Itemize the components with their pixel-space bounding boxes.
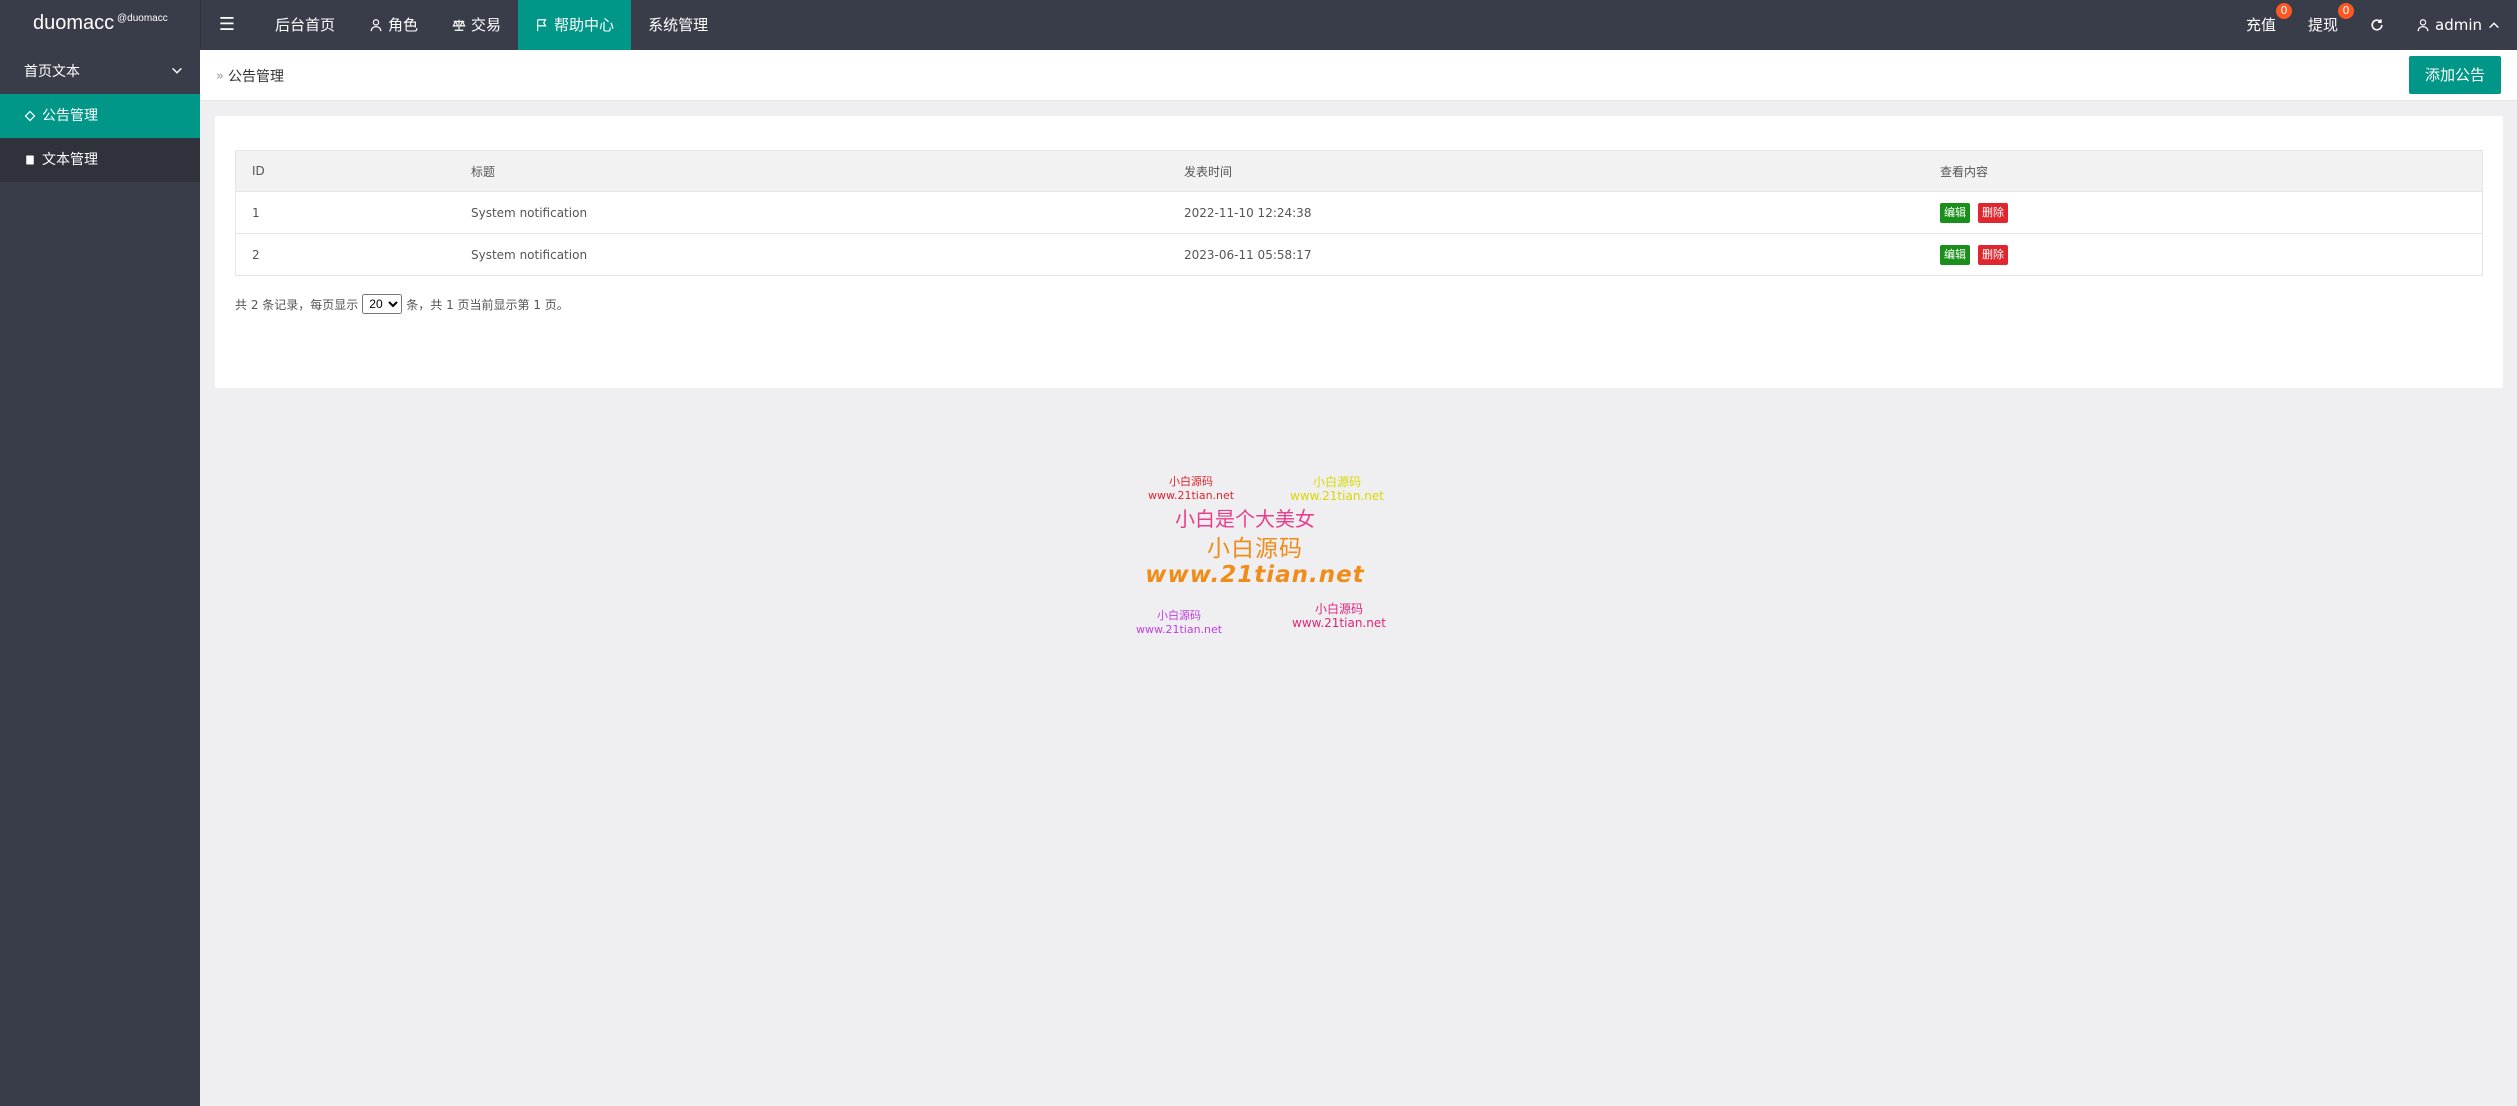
top-navbar: duomacc @duomacc ☰ 后台首页 角色 交易 帮助中心 系统管理 … [0,0,2517,50]
watermark-name: 小白源码 [1169,475,1214,488]
watermark-name: 小白源码 [1314,602,1363,616]
watermark-name: 小白源码 [1312,475,1361,489]
watermark-name: 小白源码 [1157,609,1202,622]
logo-area: duomacc @duomacc [0,0,201,50]
user-menu[interactable]: admin [2400,0,2517,50]
app-logo[interactable]: duomacc [33,12,114,35]
breadcrumb-current: 公告管理 [227,69,284,85]
edit-button[interactable]: 编辑 [1940,244,1970,265]
announcement-table: ID 标题 发表时间 查看内容 1 System notification 20… [235,150,2483,276]
cell-id: 1 [235,191,455,234]
cell-time: 2022-11-10 12:24:38 [1168,191,1924,234]
pager-prefix: 共 2 条记录，每页显示 [235,297,359,312]
column-header-title: 标题 [455,150,1168,192]
column-header-id: ID [235,150,455,192]
refresh-button[interactable] [2354,0,2400,50]
watermark-url: www.21tian.net [1290,489,1384,503]
sidebar-item-announcement[interactable]: 公告管理 [0,94,200,138]
edit-button[interactable]: 编辑 [1940,202,1970,223]
watermark-url: www.21tian.net [1292,616,1386,630]
delete-button[interactable]: 删除 [1978,202,2008,223]
sidebar: 首页文本 公告管理 文本管理 [0,50,200,1106]
nav-item-system[interactable]: 系统管理 [631,0,725,50]
recharge-badge: 0 [2275,3,2292,19]
recharge-label: 充值 [2245,16,2276,34]
table-row: 2 System notification 2023-06-11 05:58:1… [235,233,2483,276]
column-header-view: 查看内容 [1924,150,2483,192]
scale-icon [452,19,466,31]
menu-toggle-icon[interactable]: ☰ [210,0,244,50]
sidebar-group-header[interactable]: 首页文本 [0,50,200,94]
add-announcement-button[interactable]: 添加公告 [2409,56,2501,94]
announcement-card: ID 标题 发表时间 查看内容 1 System notification 20… [215,116,2503,388]
watermark-name: 小白源码 [1207,536,1303,562]
table-row: 1 System notification 2022-11-10 12:24:3… [235,191,2483,234]
nav-item-label: 交易 [471,16,502,34]
chevron-down-icon [172,67,182,74]
watermark-url: www.21tian.net [1136,623,1223,636]
withdraw-label: 提现 [2307,16,2338,34]
flag-icon [537,19,547,32]
nav-item-role[interactable]: 角色 [352,0,435,50]
withdraw-link[interactable]: 提现 0 [2292,0,2354,50]
nav-item-label: 后台首页 [275,16,336,34]
watermark-url: www.21tian.net [1148,489,1235,502]
column-header-time: 发表时间 [1168,150,1924,192]
nav-item-label: 角色 [388,16,419,34]
app-logo-suffix: @duomacc [117,13,168,24]
watermark-small-pink: 小白源码 www.21tian.net [1292,602,1386,630]
watermark-slogan: 小白是个大美女 [1175,507,1315,531]
recharge-link[interactable]: 充值 0 [2230,0,2292,50]
nav-item-help-center[interactable]: 帮助中心 [518,0,632,50]
breadcrumb: » 公告管理 [216,66,284,86]
main-nav: 后台首页 角色 交易 帮助中心 系统管理 [258,0,725,50]
nav-item-dashboard[interactable]: 后台首页 [258,0,352,50]
sidebar-group-label: 首页文本 [24,64,80,80]
delete-button[interactable]: 删除 [1978,244,2008,265]
chevron-up-icon [2489,22,2499,29]
breadcrumb-bar: » 公告管理 添加公告 [200,50,2517,101]
user-name: admin [2435,16,2482,34]
cell-title: System notification [455,233,1168,276]
nav-item-label: 帮助中心 [554,16,615,34]
withdraw-badge: 0 [2338,3,2354,19]
watermark-small-purple: 小白源码 www.21tian.net [1136,609,1222,637]
watermark-small-red: 小白源码 www.21tian.net [1148,475,1234,503]
diamond-arrow-icon [24,110,36,122]
sidebar-item-text[interactable]: 文本管理 [0,138,200,182]
cell-actions: 编辑 删除 [1924,191,2483,234]
watermark-url: www.21tian.net [1145,562,1365,588]
pager-suffix: 条，共 1 页当前显示第 1 页。 [406,297,569,312]
nav-item-trade[interactable]: 交易 [435,0,518,50]
user-icon [2417,19,2429,32]
nav-item-label: 系统管理 [648,16,709,34]
double-chevron-right-icon: » [216,68,224,84]
book-icon [26,155,34,165]
watermark-small-yellow: 小白源码 www.21tian.net [1290,475,1384,503]
right-nav: 充值 0 提现 0 admin [2230,0,2517,50]
cell-time: 2023-06-11 05:58:17 [1168,233,1924,276]
cell-title: System notification [455,191,1168,234]
cell-actions: 编辑 删除 [1924,233,2483,276]
table-header-row: ID 标题 发表时间 查看内容 [235,150,2483,192]
watermark-big: 小白源码 www.21tian.net [1145,536,1365,588]
sidebar-item-label: 公告管理 [42,108,98,124]
sidebar-item-label: 文本管理 [42,152,98,168]
page-size-select[interactable]: 20 [362,294,403,314]
pagination-info: 共 2 条记录，每页显示 20 条，共 1 页当前显示第 1 页。 [235,294,569,314]
cell-id: 2 [235,233,455,276]
user-icon [370,19,382,32]
refresh-icon [2371,19,2383,31]
